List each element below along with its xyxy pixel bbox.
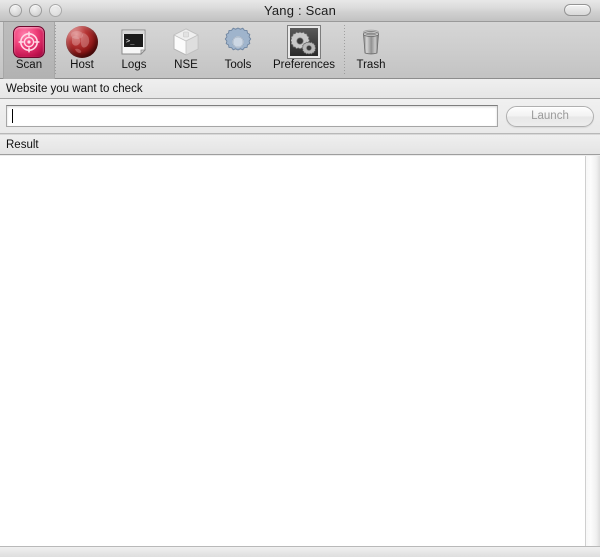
toolbar-item-label: Trash: [356, 59, 386, 71]
trash-icon: [355, 26, 387, 58]
zoom-button[interactable]: [49, 4, 62, 17]
titlebar: Yang : Scan: [0, 0, 600, 22]
close-button[interactable]: [9, 4, 22, 17]
toolbar-item-tools[interactable]: Tools: [212, 22, 264, 79]
toolbar-item-trash[interactable]: Trash: [345, 22, 397, 79]
toolbar-item-label: Preferences: [272, 59, 335, 71]
application-window: Yang : Scan Scan Host >_ Logs NSE Tools …: [0, 0, 600, 557]
window-controls: [0, 4, 62, 17]
toolbar-toggle-button[interactable]: [564, 4, 591, 16]
toolbar-item-label: Scan: [15, 59, 43, 71]
website-form-row: Launch: [0, 99, 600, 134]
globe-icon: [66, 26, 98, 58]
box-icon: [170, 26, 202, 58]
toolbar: Scan Host >_ Logs NSE Tools Preferences …: [0, 22, 600, 79]
svg-text:>_: >_: [126, 37, 135, 45]
website-section-label: Website you want to check: [6, 82, 143, 95]
toolbar-item-label: Logs: [121, 59, 147, 71]
result-section-label: Result: [6, 138, 39, 151]
result-section-header: Result: [0, 134, 600, 155]
launch-button-label: Launch: [531, 110, 569, 122]
window-footer: [0, 546, 600, 557]
terminal-icon: >_: [118, 26, 150, 58]
text-caret: [12, 109, 13, 123]
website-section-header: Website you want to check: [0, 79, 600, 99]
toolbar-item-host[interactable]: Host: [56, 22, 108, 79]
toolbar-item-label: Host: [70, 59, 94, 71]
toolbar-item-scan[interactable]: Scan: [3, 22, 55, 79]
target-icon: [13, 26, 45, 58]
toolbar-item-logs[interactable]: >_ Logs: [108, 22, 160, 79]
toolbar-item-nse[interactable]: NSE: [160, 22, 212, 79]
website-input[interactable]: [6, 105, 498, 127]
result-vertical-scrollbar[interactable]: [585, 156, 600, 546]
result-area: [0, 155, 600, 546]
minimize-button[interactable]: [29, 4, 42, 17]
window-title: Yang : Scan: [263, 3, 337, 18]
toolbar-item-label: NSE: [174, 59, 198, 71]
launch-button[interactable]: Launch: [506, 105, 594, 127]
toolbar-item-label: Tools: [224, 59, 252, 71]
toolbar-item-preferences[interactable]: Preferences: [264, 22, 344, 79]
result-output[interactable]: [0, 156, 585, 546]
gear-icon: [222, 26, 254, 58]
preferences-icon: [287, 25, 321, 59]
